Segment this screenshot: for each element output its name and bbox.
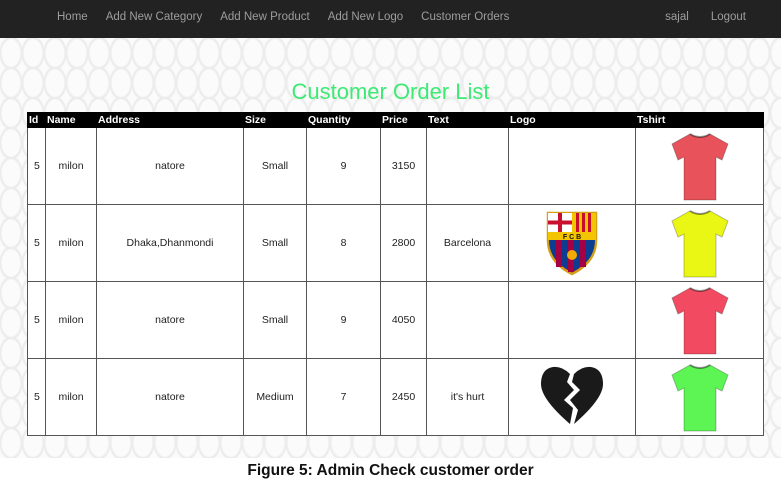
nav-logout-link[interactable]: Logout [711,11,746,23]
cell-tshirt [635,358,764,436]
cell-name: milon [45,204,97,282]
cell-id: 5 [27,204,46,282]
cell-id: 5 [27,358,46,436]
tshirt-image [670,287,729,355]
nav-user-area: sajal Logout [643,11,746,23]
col-header-size: Size [243,112,307,128]
cell-quantity: 7 [306,358,381,436]
cell-address: natore [96,127,244,205]
nav-links: Home Add New Category Add New Product Ad… [57,11,527,23]
tshirt-image [670,133,729,201]
nav-add-logo-link[interactable]: Add New Logo [328,11,403,23]
cell-id: 5 [27,127,46,205]
cell-size: Small [243,281,307,359]
cell-price: 4050 [380,281,427,359]
cell-tshirt [635,204,764,282]
cell-quantity: 9 [306,281,381,359]
cell-tshirt [635,281,764,359]
table-row: 5 milon Dhaka,Dhanmondi Small 8 2800 Bar… [27,204,764,282]
col-header-name: Name [45,112,97,128]
fcb-crest-icon: F C B [546,211,598,276]
orders-table: Id Name Address Size Quantity Price Text… [27,112,764,436]
cell-quantity: 8 [306,204,381,282]
col-header-price: Price [380,112,427,128]
cell-price: 2800 [380,204,427,282]
cell-quantity: 9 [306,127,381,205]
figure-caption: Figure 5: Admin Check customer order [247,462,534,479]
cell-logo [508,358,636,436]
col-header-tshirt: Tshirt [635,112,764,128]
cell-text: it's hurt [426,358,509,436]
table-row: 5 milon natore Medium 7 2450 it's hurt [27,358,764,436]
cell-price: 3150 [380,127,427,205]
col-header-quantity: Quantity [306,112,381,128]
cell-price: 2450 [380,358,427,436]
broken-heart-icon [541,366,603,424]
cell-name: milon [45,281,97,359]
nav-add-category-link[interactable]: Add New Category [106,11,203,23]
cell-address: natore [96,358,244,436]
nav-customer-orders-link[interactable]: Customer Orders [421,11,509,23]
nav-home-link[interactable]: Home [57,11,88,23]
table-row: 5 milon natore Small 9 4050 [27,281,764,359]
col-header-address: Address [96,112,244,128]
cell-logo: F C B [508,204,636,282]
col-header-id: Id [27,112,46,128]
cell-name: milon [45,127,97,205]
navbar: Home Add New Category Add New Product Ad… [0,0,781,38]
nav-username-link[interactable]: sajal [665,11,689,23]
col-header-logo: Logo [508,112,636,128]
cell-name: milon [45,358,97,436]
table-row: 5 milon natore Small 9 3150 [27,127,764,205]
tshirt-image [670,210,729,278]
cell-size: Medium [243,358,307,436]
cell-size: Small [243,204,307,282]
cell-tshirt [635,127,764,205]
cell-address: Dhaka,Dhanmondi [96,204,244,282]
cell-text: Barcelona [426,204,509,282]
tshirt-image [670,364,729,432]
nav-add-product-link[interactable]: Add New Product [220,11,310,23]
cell-text [426,127,509,205]
page-title: Customer Order List [291,79,490,104]
cell-id: 5 [27,281,46,359]
table-header-row: Id Name Address Size Quantity Price Text… [27,112,764,128]
cell-logo [508,281,636,359]
cell-size: Small [243,127,307,205]
col-header-text: Text [426,112,509,128]
cell-logo [508,127,636,205]
svg-text:F C B: F C B [563,234,581,241]
cell-address: natore [96,281,244,359]
cell-text [426,281,509,359]
